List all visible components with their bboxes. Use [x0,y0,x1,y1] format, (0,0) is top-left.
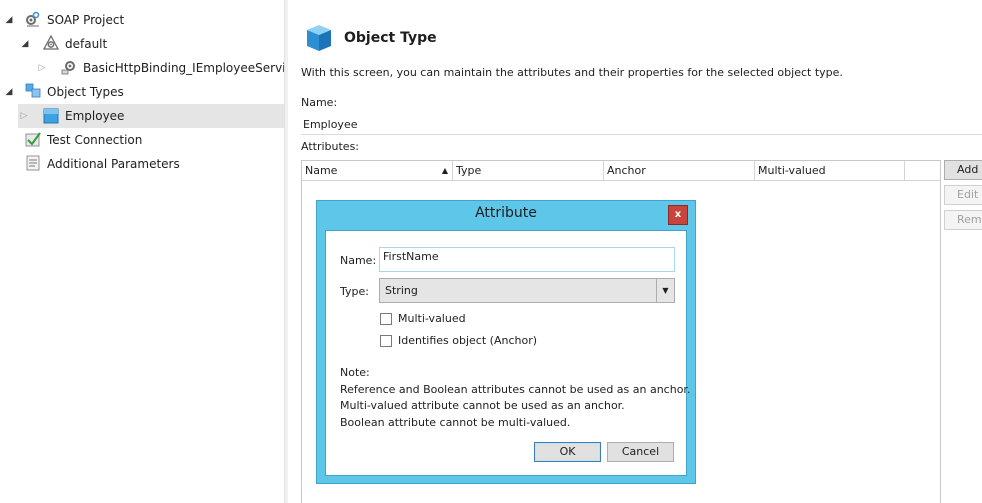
multi-valued-label: Multi-valued [398,312,466,325]
attributes-label: Attributes: [301,140,360,153]
column-header-label: Multi-valued [758,164,826,177]
dialog-body: Name: Type: String ▼ Multi-valued Identi… [325,230,690,476]
multi-valued-checkbox[interactable] [380,313,392,325]
project-gear-icon [26,11,40,27]
column-header-label: Name [305,164,338,177]
object-name-field[interactable]: Employee [301,115,982,135]
column-header-label: Type [456,164,482,177]
expanded-arrow-icon[interactable]: ◢ [4,87,14,97]
tree-item-label: default [65,37,108,51]
tree-item-employee[interactable]: ▷ Employee [18,104,284,128]
tree-item-label: BasicHttpBinding_IEmployeeService [83,61,300,75]
object-cube-icon [307,25,331,51]
tree-item-test-connection[interactable]: Test Connection [0,128,284,152]
collapsed-arrow-icon[interactable]: ▷ [19,111,29,121]
close-icon: x [674,209,682,220]
name-label: Name: [301,96,338,109]
tree-item-soap-project[interactable]: ◢ SOAP Project [0,8,284,32]
anchor-checkbox[interactable] [380,335,392,347]
column-header-multi-valued[interactable]: Multi-valued [755,161,905,181]
navigation-tree: ◢ SOAP Project ◢ default ▷ BasicHttpBind… [0,0,300,503]
add-attribute-button[interactable]: Add [944,160,982,180]
shared-gear-icon [43,35,59,50]
grid-header: Name ▲ Type Anchor Multi-valued [302,161,940,181]
cancel-button[interactable]: Cancel [607,442,674,462]
column-header-type[interactable]: Type [453,161,604,181]
tree-item-label: Additional Parameters [47,157,180,171]
tree-item-label: Object Types [47,85,124,99]
selected-type-value: String [385,284,418,297]
collapsed-arrow-icon[interactable]: ▷ [37,63,47,73]
attribute-dialog: Attribute x Name: Type: String ▼ Multi-v… [316,200,696,484]
attribute-type-label: Type: [340,285,369,298]
column-header-anchor[interactable]: Anchor [604,161,755,181]
tree-item-binding[interactable]: ▷ BasicHttpBinding_IEmployeeService [0,56,300,80]
remove-attribute-button[interactable]: Remove [944,210,982,230]
ok-button[interactable]: OK [534,442,601,462]
page-description: With this screen, you can maintain the a… [301,66,843,79]
test-connection-icon [25,132,41,147]
tree-item-label: Employee [65,109,125,123]
note-heading: Note: [340,366,370,379]
column-header-name[interactable]: Name ▲ [302,161,453,181]
binding-gear-icon [61,61,75,75]
object-cube-icon [43,108,59,124]
sort-ascending-icon: ▲ [441,166,448,175]
page-title: Object Type [344,30,437,46]
tree-item-object-types[interactable]: ◢ Object Types [0,80,284,104]
chevron-down-icon[interactable]: ▼ [656,279,674,302]
expanded-arrow-icon[interactable]: ◢ [20,39,30,49]
tree-item-additional-parameters[interactable]: Additional Parameters [0,152,284,176]
anchor-label: Identifies object (Anchor) [398,334,538,347]
close-button[interactable]: x [668,205,688,225]
attribute-name-input[interactable] [379,247,675,272]
column-header-label: Anchor [607,164,646,177]
tree-item-label: SOAP Project [47,13,125,27]
dialog-title: Attribute [475,205,537,221]
note-line: Multi-valued attribute cannot be used as… [340,399,625,412]
attribute-name-label: Name: [340,254,377,267]
note-line: Reference and Boolean attributes cannot … [340,382,691,396]
edit-attribute-button[interactable]: Edit [944,185,982,205]
note-line: Boolean attribute cannot be multi-valued… [340,415,571,429]
expanded-arrow-icon[interactable]: ◢ [4,15,14,25]
attribute-type-select[interactable]: String ▼ [379,278,675,303]
object-types-icon [25,83,41,98]
parameters-icon [26,155,40,171]
note-block: Note: Reference and Boolean attributes c… [340,365,690,431]
tree-item-label: Test Connection [47,133,143,147]
tree-item-default[interactable]: ◢ default [0,32,284,56]
